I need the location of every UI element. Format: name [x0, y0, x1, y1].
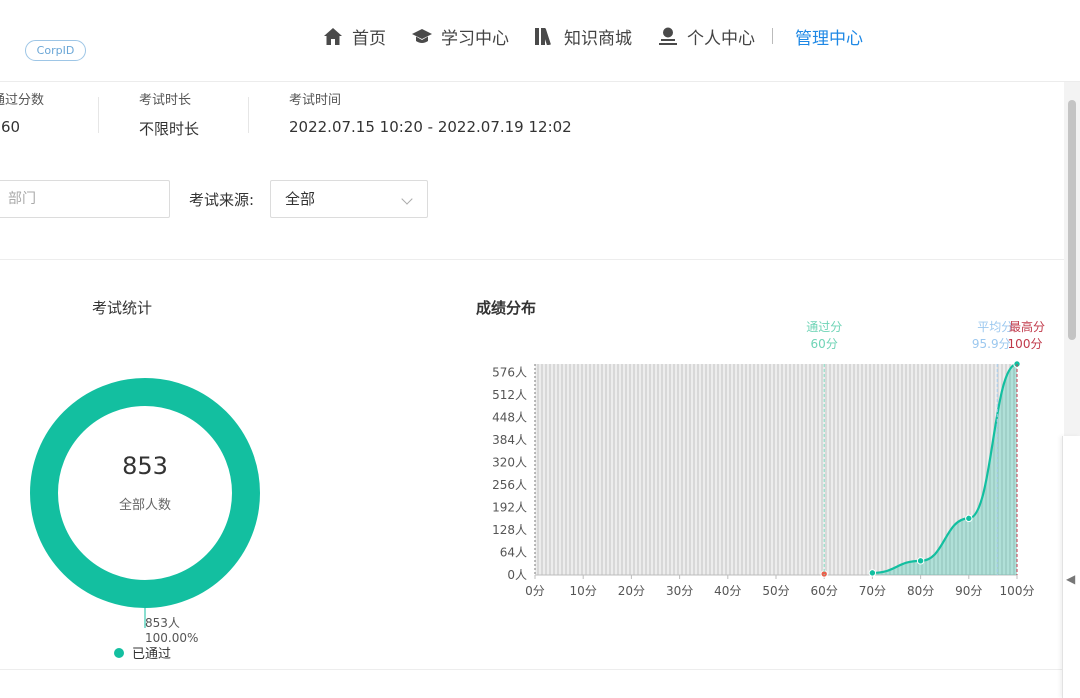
nav-item-label: 首页 — [352, 28, 386, 49]
passed-count-label: 853人 — [145, 616, 180, 630]
info-divider — [98, 97, 99, 133]
section-divider — [0, 669, 1064, 670]
x-tick-label: 30分 — [666, 584, 693, 598]
top-navbar: CorpID 首页 学习中心 知识商城 个人中心 管理中心 — [0, 0, 1080, 82]
avg-score-mark-label: 平均分 — [977, 320, 1013, 334]
y-tick-label: 512人 — [492, 388, 527, 402]
pass-score-value: 60 — [1, 118, 21, 136]
chevron-left-icon[interactable]: ◀ — [1066, 572, 1075, 586]
pass-score-mark-label: 通过分 — [806, 320, 842, 334]
score-distribution-chart: 0人 64人 128人 192人 256人 320人 384人 448人 512人 576人 0分 1… — [492, 319, 1045, 598]
nav-item-label: 知识商城 — [564, 28, 632, 49]
corp-logo[interactable]: CorpID — [25, 40, 86, 61]
info-divider — [248, 97, 249, 133]
y-tick-label: 192人 — [492, 500, 527, 514]
max-score-mark-label: 最高分 — [1009, 319, 1045, 334]
books-icon — [534, 26, 556, 46]
nav-item-home[interactable]: 首页 — [322, 24, 386, 49]
exam-source-label: 考试来源: — [189, 191, 255, 209]
nav-item-learning-center[interactable]: 学习中心 — [411, 24, 509, 49]
exam-source-value: 全部 — [285, 190, 316, 208]
x-tick-label: 50分 — [762, 584, 789, 598]
duration-value: 不限时长 — [139, 120, 200, 138]
exam-source-select[interactable]: 全部 — [270, 180, 428, 218]
x-tick-label: 60分 — [811, 584, 838, 598]
section-divider — [0, 259, 1064, 260]
pass-score-label: 通过分数 — [0, 93, 45, 108]
y-tick-label: 256人 — [492, 478, 527, 492]
chevron-down-icon — [401, 193, 413, 205]
graduation-cap-icon — [411, 26, 433, 46]
nav-divider — [772, 28, 773, 44]
y-tick-label: 576人 — [492, 365, 527, 379]
y-tick-label: 384人 — [492, 433, 527, 447]
x-tick-label: 40分 — [714, 584, 741, 598]
exam-time-label: 考试时间 — [289, 93, 342, 108]
home-icon — [322, 26, 344, 46]
total-count-label: 全部人数 — [118, 498, 171, 513]
data-point — [965, 514, 973, 523]
legend-dot — [114, 647, 124, 658]
data-point — [868, 569, 877, 577]
nav-item-label: 个人中心 — [687, 28, 755, 49]
x-tick-label: 0分 — [525, 584, 545, 598]
y-tick-label: 320人 — [492, 455, 527, 469]
y-tick-label: 64人 — [500, 545, 527, 559]
y-tick-label: 128人 — [492, 523, 527, 537]
donut-ring-passed — [30, 378, 260, 608]
x-tick-label: 90分 — [955, 584, 982, 598]
legend-label: 已通过 — [132, 647, 172, 662]
exam-stats-title: 考试统计 — [92, 299, 153, 317]
x-tick-label: 10分 — [570, 584, 597, 598]
nav-item-knowledge-mall[interactable]: 知识商城 — [534, 24, 632, 49]
pass-score-mark-value: 60分 — [811, 337, 838, 351]
nav-item-admin-center[interactable]: 管理中心 — [795, 24, 863, 49]
avg-score-mark-value: 95.9分 — [972, 337, 1011, 351]
data-point — [916, 557, 925, 565]
nav-item-personal-center[interactable]: 个人中心 — [657, 24, 755, 49]
user-icon — [657, 26, 679, 46]
x-tick-label: 100分 — [1000, 584, 1035, 598]
main-nav: 首页 学习中心 知识商城 个人中心 管理中心 — [322, 23, 863, 49]
nav-item-label: 学习中心 — [441, 28, 509, 49]
y-tick-label: 448人 — [492, 410, 527, 424]
x-tick-label: 20分 — [618, 584, 645, 598]
department-input[interactable]: 部门 — [0, 180, 170, 218]
total-count: 853 — [122, 452, 168, 480]
x-tick-label: 70分 — [859, 584, 886, 598]
exam-time-value: 2022.07.15 10:20 - 2022.07.19 12:02 — [289, 118, 572, 136]
max-score-mark-value: 100分 — [1008, 337, 1043, 351]
y-tick-label: 0人 — [507, 568, 527, 582]
scrollbar-thumb[interactable] — [1068, 100, 1076, 340]
x-tick-label: 80分 — [907, 584, 934, 598]
duration-label: 考试时长 — [139, 93, 192, 108]
legend-item-passed[interactable]: 已通过 — [114, 643, 171, 662]
side-drawer[interactable] — [1062, 436, 1080, 698]
